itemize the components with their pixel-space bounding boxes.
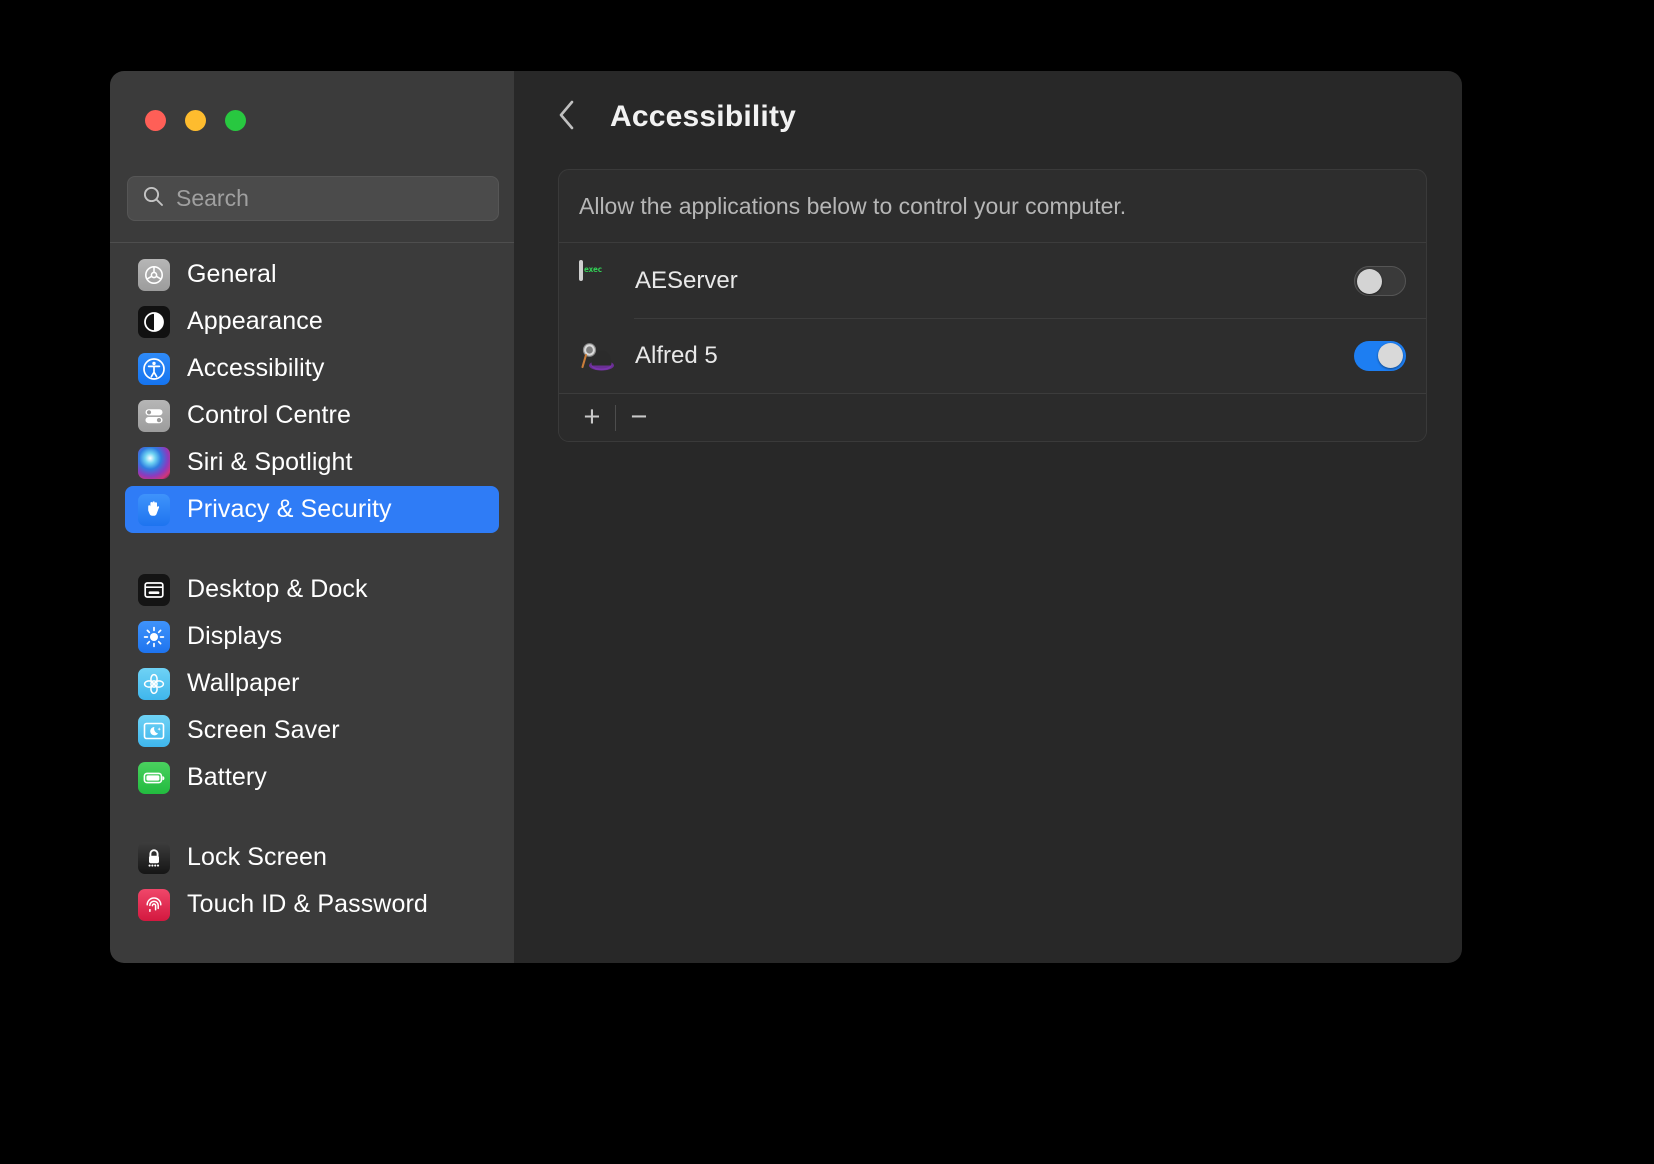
sidebar-item-label: Screen Saver <box>187 716 340 745</box>
sidebar-item-wallpaper[interactable]: Wallpaper <box>125 660 499 707</box>
remove-app-button[interactable]: − <box>620 401 658 435</box>
toggle-knob <box>1357 269 1382 294</box>
sidebar-group-3: Lock Screen Touch ID & Pa <box>125 834 499 928</box>
sidebar-group-1: General Appearance <box>125 251 499 533</box>
permissions-card: Allow the applications below to control … <box>558 169 1427 442</box>
sidebar-group-separator-2 <box>125 801 499 834</box>
detail-pane: Accessibility Allow the applications bel… <box>514 71 1462 963</box>
sidebar-item-label: Accessibility <box>187 354 324 383</box>
search-container <box>127 176 499 221</box>
sidebar-item-touch-id-password[interactable]: Touch ID & Password <box>125 881 499 928</box>
sliders-icon <box>138 400 170 432</box>
sidebar-item-screen-saver[interactable]: Screen Saver <box>125 707 499 754</box>
sidebar-item-control-centre[interactable]: Control Centre <box>125 392 499 439</box>
page-title: Accessibility <box>610 100 796 134</box>
sidebar: General Appearance <box>110 71 514 963</box>
zoom-button[interactable] <box>225 110 246 131</box>
back-button[interactable] <box>554 100 580 134</box>
detail-header: Accessibility <box>514 71 1462 163</box>
terminal-exec-icon: exec <box>579 262 617 300</box>
search-input[interactable] <box>176 185 456 212</box>
app-name: Alfred 5 <box>635 342 1354 370</box>
sidebar-item-label: Battery <box>187 763 267 792</box>
sidebar-nav: General Appearance <box>110 251 514 963</box>
alfred-hat-icon <box>579 337 617 375</box>
search-icon <box>142 185 164 212</box>
contrast-circle-icon <box>138 306 170 338</box>
footer-separator <box>615 405 616 431</box>
sidebar-item-displays[interactable]: Displays <box>125 613 499 660</box>
padlock-icon <box>138 842 170 874</box>
desktop-window-icon <box>138 574 170 606</box>
system-settings-window: General Appearance <box>110 71 1462 963</box>
sidebar-item-appearance[interactable]: Appearance <box>125 298 499 345</box>
permission-toggle[interactable] <box>1354 341 1406 371</box>
minimize-button[interactable] <box>185 110 206 131</box>
card-description: Allow the applications below to control … <box>559 170 1426 243</box>
sidebar-item-label: Siri & Spotlight <box>187 448 353 477</box>
siri-orb-icon <box>138 447 170 479</box>
sidebar-group-2: Desktop & Dock <box>125 566 499 801</box>
chevron-left-icon <box>556 98 578 137</box>
sidebar-item-battery[interactable]: Battery <box>125 754 499 801</box>
close-button[interactable] <box>145 110 166 131</box>
sidebar-item-label: Lock Screen <box>187 843 327 872</box>
flower-pattern-icon <box>138 668 170 700</box>
sidebar-item-label: Wallpaper <box>187 669 300 698</box>
gear-icon <box>138 259 170 291</box>
card-footer: + − <box>559 393 1426 441</box>
sidebar-item-label: Control Centre <box>187 401 351 430</box>
sidebar-item-label: Appearance <box>187 307 323 336</box>
table-row[interactable]: exec AEServer <box>559 243 1426 318</box>
sidebar-item-label: Displays <box>187 622 282 651</box>
sidebar-item-accessibility[interactable]: Accessibility <box>125 345 499 392</box>
sidebar-divider <box>110 242 514 243</box>
accessibility-icon <box>138 353 170 385</box>
permission-toggle[interactable] <box>1354 266 1406 296</box>
brightness-sun-icon <box>138 621 170 653</box>
hand-raised-icon <box>138 494 170 526</box>
sidebar-item-siri-spotlight[interactable]: Siri & Spotlight <box>125 439 499 486</box>
sidebar-item-privacy-security[interactable]: Privacy & Security <box>125 486 499 533</box>
sidebar-item-label: General <box>187 260 277 289</box>
app-name: AEServer <box>635 267 1354 295</box>
toggle-knob <box>1378 343 1403 368</box>
sidebar-item-lock-screen[interactable]: Lock Screen <box>125 834 499 881</box>
sidebar-item-label: Desktop & Dock <box>187 575 368 604</box>
fingerprint-icon <box>138 889 170 921</box>
battery-icon <box>138 762 170 794</box>
table-row[interactable]: Alfred 5 <box>559 318 1426 393</box>
search-field[interactable] <box>127 176 499 221</box>
sidebar-item-label: Touch ID & Password <box>187 890 428 919</box>
add-app-button[interactable]: + <box>573 401 611 435</box>
sidebar-item-label: Privacy & Security <box>187 495 392 524</box>
sidebar-item-desktop-dock[interactable]: Desktop & Dock <box>125 566 499 613</box>
sidebar-item-general[interactable]: General <box>125 251 499 298</box>
moon-stars-icon <box>138 715 170 747</box>
sidebar-group-separator <box>125 533 499 566</box>
traffic-lights <box>145 110 246 131</box>
